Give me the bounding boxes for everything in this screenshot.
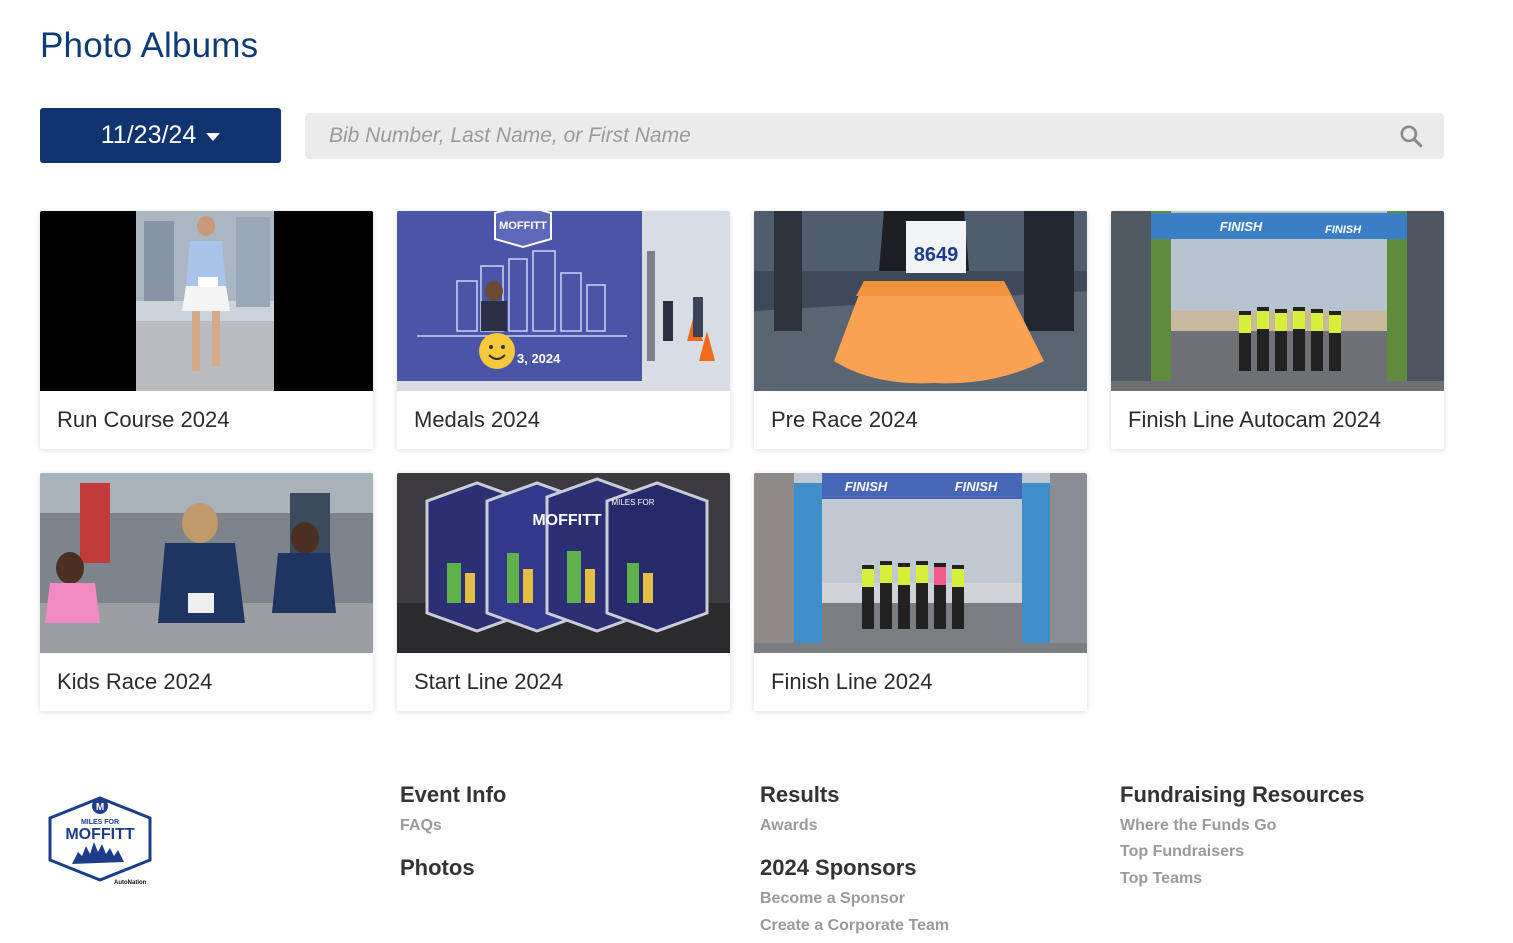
album-thumbnail: MOFFITT MILES FOR — [397, 473, 730, 653]
search-bar — [305, 113, 1444, 159]
album-card-run-course[interactable]: Run Course 2024 — [40, 211, 373, 449]
album-thumbnail: MOFFITT 3, 2024 — [397, 211, 730, 391]
album-title: Finish Line 2024 — [771, 669, 933, 694]
search-icon[interactable] — [1388, 113, 1434, 159]
footer-link-sponsors[interactable]: 2024 Sponsors — [760, 855, 917, 881]
footer-link-photos[interactable]: Photos — [400, 855, 475, 881]
date-dropdown[interactable]: 11/23/24 — [40, 108, 281, 163]
album-thumbnail: 8649 — [754, 211, 1087, 391]
album-thumbnail: FINISH FINISH — [1111, 211, 1444, 391]
footer-link-results[interactable]: Results — [760, 782, 839, 808]
caret-down-icon — [206, 132, 221, 141]
footer-link-corporate-team[interactable]: Create a Corporate Team — [760, 917, 949, 935]
footer-link-where-funds-go[interactable]: Where the Funds Go — [1120, 817, 1276, 835]
album-title: Kids Race 2024 — [57, 669, 213, 694]
footer-link-top-fundraisers[interactable]: Top Fundraisers — [1120, 843, 1244, 861]
miles-for-moffitt-logo[interactable]: M MILES FOR MOFFITT AutoNation — [48, 796, 152, 888]
search-input[interactable] — [305, 113, 1388, 159]
album-thumbnail — [40, 211, 373, 391]
finish-banner-text: FINISH — [845, 479, 888, 494]
svg-text:M: M — [96, 802, 104, 813]
svg-text:MOFFITT: MOFFITT — [65, 826, 135, 843]
album-thumbnail — [40, 473, 373, 653]
race-bib-number: 8649 — [914, 244, 959, 266]
album-title: Start Line 2024 — [414, 669, 564, 694]
svg-text:MILES FOR: MILES FOR — [81, 819, 119, 826]
footer-link-fundraising-resources[interactable]: Fundraising Resources — [1120, 782, 1365, 808]
album-thumbnail: FINISH FINISH — [754, 473, 1087, 653]
album-card-kids-race[interactable]: Kids Race 2024 — [40, 473, 373, 711]
album-card-medals[interactable]: MOFFITT 3, 2024 Medals 2024 — [397, 211, 730, 449]
footer-link-event-info[interactable]: Event Info — [400, 782, 506, 808]
medal-text: MILES FOR — [611, 498, 654, 507]
date-dropdown-value: 11/23/24 — [100, 121, 197, 149]
footer-link-become-sponsor[interactable]: Become a Sponsor — [760, 890, 905, 908]
finish-banner-text: FINISH — [1220, 219, 1263, 234]
album-title: Pre Race 2024 — [771, 407, 918, 432]
footer-link-awards[interactable]: Awards — [760, 817, 818, 835]
footer-link-top-teams[interactable]: Top Teams — [1120, 870, 1202, 888]
album-card-start-line[interactable]: MOFFITT MILES FOR Start Line 2024 — [397, 473, 730, 711]
finish-banner-text: FINISH — [955, 479, 998, 494]
album-title: Run Course 2024 — [57, 407, 230, 432]
medal-banner-text: MOFFITT — [499, 220, 547, 232]
album-card-finish-line[interactable]: FINISH FINISH Finish Line 2024 — [754, 473, 1087, 711]
medal-text: MOFFITT — [532, 512, 602, 529]
footer-link-faqs[interactable]: FAQs — [400, 817, 442, 835]
banner-date-text: 3, 2024 — [517, 351, 561, 366]
svg-text:AutoNation: AutoNation — [114, 880, 147, 886]
album-title: Medals 2024 — [414, 407, 540, 432]
finish-banner-text: FINISH — [1325, 224, 1362, 236]
album-title: Finish Line Autocam 2024 — [1128, 407, 1382, 432]
album-card-finish-line-autocam[interactable]: FINISH FINISH Finish Line Autocam 2024 — [1111, 211, 1444, 449]
album-card-pre-race[interactable]: 8649 Pre Race 2024 — [754, 211, 1087, 449]
page-title: Photo Albums — [40, 26, 259, 65]
